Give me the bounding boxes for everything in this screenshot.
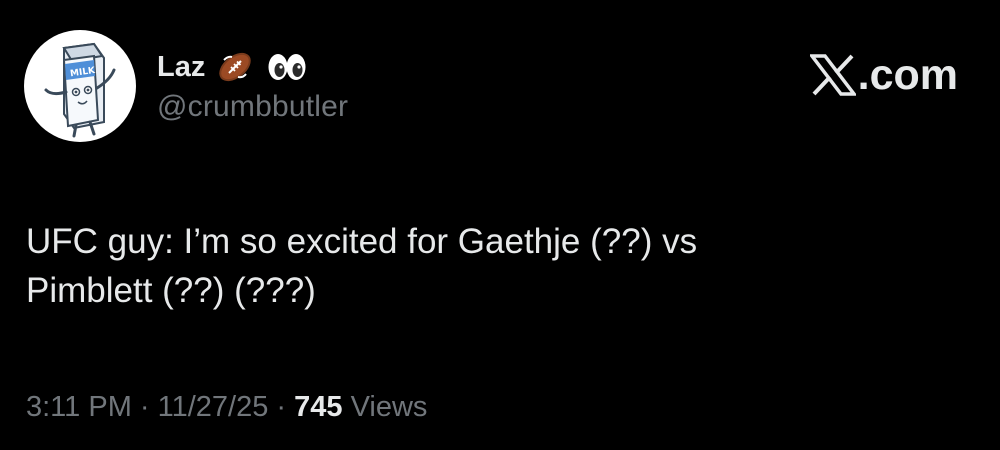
brand-text: .com xyxy=(857,50,958,99)
x-logo-icon xyxy=(809,54,856,96)
tweet-meta: 3:11 PM · 11/27/25 · 745 Views xyxy=(26,393,427,422)
tweet-text-line: UFC guy: I’m so excited for Gaethje (??)… xyxy=(26,222,698,261)
meta-separator: · xyxy=(268,391,295,423)
brand-watermark: .com xyxy=(809,50,958,99)
views-count: 745 xyxy=(294,391,343,423)
meta-separator: · xyxy=(131,391,158,423)
milk-carton-avatar-icon: MILK xyxy=(44,42,116,138)
american-football-icon xyxy=(215,47,255,87)
display-name[interactable]: Laz xyxy=(157,52,205,82)
tweet-text: UFC guy: I’m so excited for Gaethje (??)… xyxy=(26,217,966,315)
tweet-text-line: Pimblett (??) (???) xyxy=(26,271,316,310)
eyes-icon xyxy=(265,47,306,87)
views-label: Views xyxy=(342,391,428,423)
tweet-time[interactable]: 3:11 PM xyxy=(26,391,132,423)
user-handle[interactable]: @crumbbutler xyxy=(157,92,348,122)
user-name-row: Laz xyxy=(157,46,306,88)
avatar[interactable]: MILK xyxy=(24,30,136,142)
tweet-date[interactable]: 11/27/25 xyxy=(158,391,269,423)
